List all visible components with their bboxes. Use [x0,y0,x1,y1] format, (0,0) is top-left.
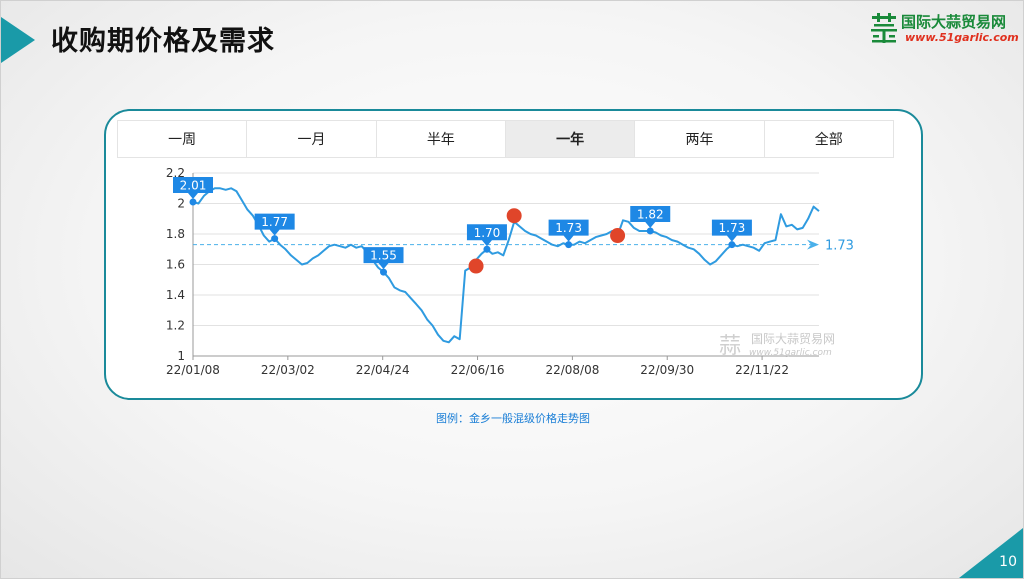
annotation-label: 1.77 [261,215,288,229]
highlight-marker [506,208,522,224]
annotation-point [483,245,491,253]
annotation-point [728,241,736,249]
title-arrow-icon [1,17,35,63]
reference-arrow-icon [807,239,819,250]
tab-half-year[interactable]: 半年 [377,121,506,157]
logo-url: www.51garlic.com [905,31,1019,44]
y-tick-label: 2 [177,197,185,211]
annotation-label: 1.82 [637,207,664,221]
x-tick-label: 22/09/30 [640,363,694,377]
chart-caption: 图例：金乡一般混级价格走势图 [436,412,590,425]
reference-line-label: 1.73 [825,239,854,254]
series-line [192,187,820,344]
x-tick-label: 22/06/16 [451,363,505,377]
x-tick-label: 22/03/02 [261,363,315,377]
x-tick-label: 22/08/08 [545,363,599,377]
watermark-logo-icon: 蒜 [719,334,741,359]
annotation-point [646,227,654,235]
annotation-label: 1.70 [474,226,501,240]
tab-all[interactable]: 全部 [765,121,893,157]
watermark-name: 国际大蒜贸易网 [751,332,835,346]
page-number: 10 [999,554,1017,570]
y-tick-label: 1.4 [166,288,185,302]
page-number-corner: 10 [959,528,1023,578]
brand-logo: 国际大蒜贸易网 www.51garlic.com [869,11,1019,47]
annotation-point [565,241,573,249]
annotation-label: 1.73 [555,221,582,235]
annotation-label: 1.55 [370,249,397,263]
annotation-point [189,198,197,206]
annotation-label: 2.01 [180,178,207,192]
logo-name: 国际大蒜贸易网 [901,13,1007,31]
y-tick-label: 1.6 [166,258,185,272]
slide-title: 收购期价格及需求 [51,26,275,57]
x-tick-label: 22/01/08 [166,363,220,377]
y-tick-label: 1.8 [166,227,185,241]
garlic-logo-icon [871,13,897,43]
annotation-label: 1.73 [719,221,746,235]
slide: 收购期价格及需求 国际大蒜贸易网 www.51garlic.com 一周 一月 … [0,0,1024,579]
tab-two-years[interactable]: 两年 [635,121,765,157]
highlight-marker [610,228,626,244]
tab-year[interactable]: 一年 [505,121,636,157]
range-tabs: 一周 一月 半年 一年 两年 全部 [117,120,894,158]
watermark-url: www.51garlic.com [749,348,832,358]
x-tick-label: 22/04/24 [356,363,410,377]
price-line-chart: 11.21.41.61.822.222/01/08 22/03/02 22/04/2… [166,166,854,377]
tab-week[interactable]: 一周 [118,121,248,157]
annotation-point [380,268,388,276]
corner-triangle-icon [959,528,1023,578]
x-tick-label: 22/11/22 [735,363,789,377]
highlight-marker [468,258,484,274]
y-tick-label: 1 [177,349,185,363]
annotation-point [271,235,279,243]
y-tick-label: 1.2 [166,319,185,333]
tab-month[interactable]: 一月 [247,121,377,157]
